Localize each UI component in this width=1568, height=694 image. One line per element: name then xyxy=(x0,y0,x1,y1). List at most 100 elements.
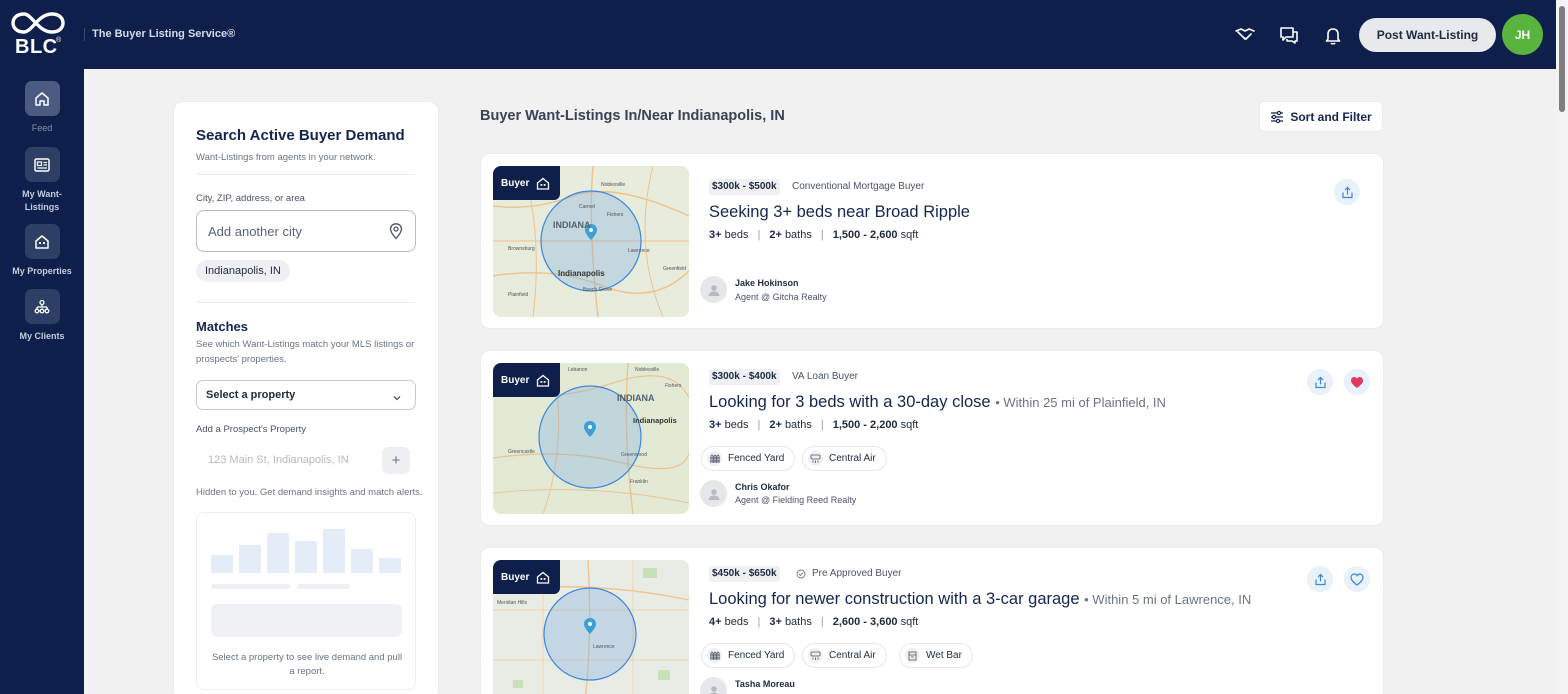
map-label: Meridian Hills xyxy=(497,600,528,606)
share-button[interactable] xyxy=(1334,179,1360,205)
map-label: Greenfield xyxy=(663,266,686,272)
preview-line xyxy=(297,584,350,589)
agent-name[interactable]: Jake Hokinson xyxy=(735,278,799,288)
sidebar-item-my-properties[interactable]: My Properties xyxy=(0,224,84,278)
top-navigation-bar: BLC ® The Buyer Listing Service® Post Wa… xyxy=(0,0,1556,69)
location-pin-icon[interactable] xyxy=(388,222,404,240)
favorite-button[interactable] xyxy=(1344,369,1370,395)
person-icon xyxy=(708,488,719,500)
agent-avatar[interactable] xyxy=(700,480,727,507)
listing-map[interactable]: INDIANA Indianapolis Noblesville Carmel … xyxy=(493,166,689,317)
blc-logo[interactable]: BLC ® xyxy=(10,10,70,58)
map-label: Franklin xyxy=(630,479,648,485)
buyer-tag: Buyer xyxy=(493,363,560,397)
page-scrollbar-thumb[interactable] xyxy=(1559,6,1565,112)
listing-map[interactable]: INDIANA Indianapolis Lebanon Noblesville… xyxy=(493,363,689,514)
amenity-chip: Fenced Yard xyxy=(701,643,796,668)
price-range-badge: $300k - $500k xyxy=(709,179,780,195)
map-label: INDIANA xyxy=(553,220,591,230)
beds-value: 3+ xyxy=(709,419,722,431)
messages-icon[interactable] xyxy=(1278,24,1300,46)
baths-label: baths xyxy=(784,616,812,628)
baths-label: baths xyxy=(784,229,812,241)
sqft-value: 1,500 - 2,200 xyxy=(832,419,898,431)
prospect-address-input[interactable]: 123 Main St, Indianapolis, IN xyxy=(196,444,381,476)
baths-value: 3+ xyxy=(769,616,782,628)
plus-icon: + xyxy=(391,452,401,469)
add-prospect-button[interactable]: + xyxy=(382,447,410,474)
map-label: Indianapolis xyxy=(633,416,677,425)
listing-title[interactable]: Seeking 3+ beds near Broad Ripple xyxy=(709,203,970,222)
logo-text: BLC xyxy=(15,36,58,58)
handshake-icon[interactable] xyxy=(1234,24,1256,46)
property-icon xyxy=(24,224,60,259)
map-label: Fishers xyxy=(607,212,624,218)
matches-description: See which Want-Listings match your MLS l… xyxy=(196,339,415,365)
listing-map[interactable]: Meridian Hills Lawrence Buyer xyxy=(493,560,689,694)
divider xyxy=(196,174,415,175)
demand-preview-placeholder: Select a property to see live demand and… xyxy=(196,512,416,690)
map-label: Noblesville xyxy=(635,367,659,373)
listing-location: • Within 5 mi of Lawrence, IN xyxy=(1084,592,1252,607)
amenity-chip: Fenced Yard xyxy=(701,446,796,471)
sidebar-item-label: My Want-Listings xyxy=(22,189,62,212)
preview-bar xyxy=(351,549,373,573)
map-label: Carmel xyxy=(579,204,595,210)
map-label: Beech Grove xyxy=(583,287,612,293)
beds-label: beds xyxy=(724,419,749,431)
property-select[interactable]: Select a property xyxy=(196,380,416,410)
share-button[interactable] xyxy=(1307,566,1333,592)
preview-bar xyxy=(267,533,289,573)
heart-filled-icon xyxy=(1351,376,1363,388)
buyer-tag-label: Buyer xyxy=(501,177,530,189)
listing-title-text: Looking for newer construction with a 3-… xyxy=(709,590,1080,608)
clients-icon xyxy=(24,289,60,324)
city-field-label: City, ZIP, address, or area xyxy=(196,193,305,204)
post-want-listing-button[interactable]: Post Want-Listing xyxy=(1359,18,1496,52)
sort-filter-button[interactable]: Sort and Filter xyxy=(1259,101,1383,132)
user-avatar[interactable]: JH xyxy=(1502,14,1543,55)
sidebar-item-my-clients[interactable]: My Clients xyxy=(0,289,84,343)
filter-sliders-icon xyxy=(1271,110,1284,123)
price-range-badge: $450k - $650k xyxy=(709,566,780,582)
amenity-label: Central Air xyxy=(829,453,876,464)
sqft-label: sqft xyxy=(900,229,919,241)
favorite-button[interactable] xyxy=(1344,566,1370,592)
air-conditioner-icon xyxy=(808,648,823,663)
share-button[interactable] xyxy=(1307,369,1333,395)
chevron-down-icon xyxy=(392,390,402,401)
home-icon xyxy=(24,81,60,116)
amenity-label: Fenced Yard xyxy=(728,453,785,464)
preview-bar-chart xyxy=(211,527,402,573)
price-range-badge: $300k - $400k xyxy=(709,369,780,385)
share-icon xyxy=(1341,186,1353,198)
agent-name[interactable]: Chris Okafor xyxy=(735,482,790,492)
bell-icon[interactable] xyxy=(1322,24,1344,46)
registered-mark: ® xyxy=(56,37,62,44)
map-label: Greencastle xyxy=(508,449,535,455)
city-search-input[interactable]: Add another city xyxy=(196,210,416,252)
map-label: Noblesville xyxy=(601,182,625,188)
baths-label: baths xyxy=(784,419,812,431)
listing-card[interactable]: INDIANA Indianapolis Noblesville Carmel … xyxy=(480,153,1384,329)
beds-label: beds xyxy=(724,616,749,628)
listing-location: • Within 25 mi of Plainfield, IN xyxy=(995,395,1166,410)
agent-name[interactable]: Tasha Moreau xyxy=(735,679,795,689)
listing-title[interactable]: Looking for 3 beds with a 30-day close •… xyxy=(709,393,1166,412)
listing-card[interactable]: INDIANA Indianapolis Lebanon Noblesville… xyxy=(480,350,1384,526)
preview-block xyxy=(211,604,402,637)
sidebar-item-my-want-listings[interactable]: My Want-Listings xyxy=(0,147,84,214)
listing-title[interactable]: Looking for newer construction with a 3-… xyxy=(709,590,1251,609)
preview-bar xyxy=(239,545,261,573)
selected-city-chip[interactable]: Indianapolis, IN xyxy=(196,260,290,282)
sidebar-item-feed[interactable]: Feed xyxy=(0,81,84,135)
agent-avatar[interactable] xyxy=(700,276,727,303)
page-title: Buyer Want-Listings In/Near Indianapolis… xyxy=(480,108,785,124)
wet-bar-icon xyxy=(905,648,920,663)
agent-avatar[interactable] xyxy=(700,677,727,694)
beds-label: beds xyxy=(724,229,749,241)
listing-card[interactable]: Meridian Hills Lawrence Buyer $450k - $6… xyxy=(480,547,1384,694)
beds-value: 3+ xyxy=(709,229,722,241)
sqft-label: sqft xyxy=(900,616,919,628)
preview-text: Select a property to see live demand and… xyxy=(211,652,403,677)
